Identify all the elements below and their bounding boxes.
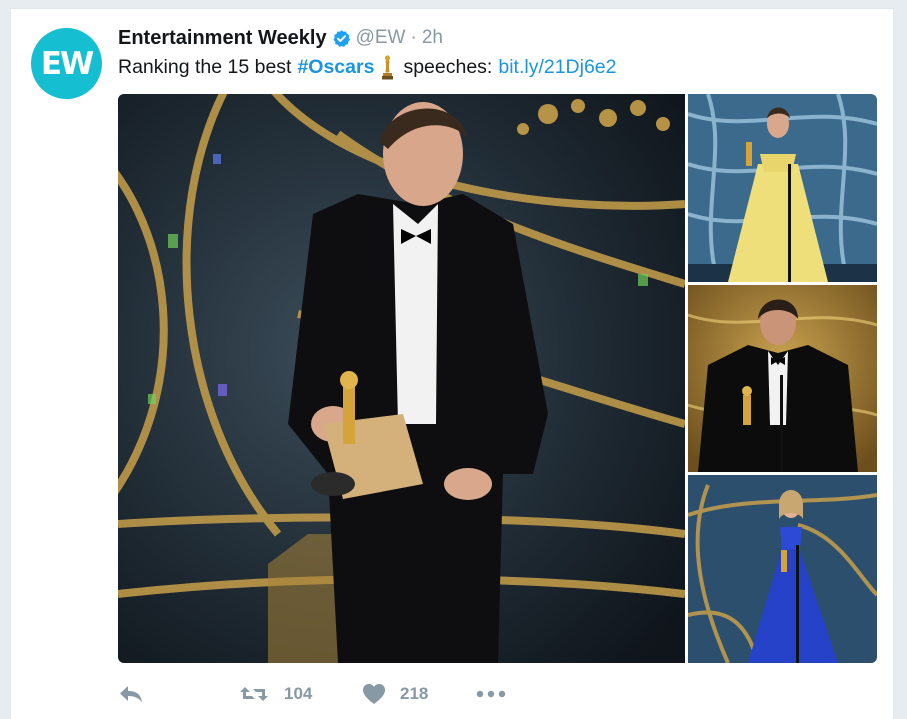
user-handle[interactable]: @EW xyxy=(356,27,406,49)
media-grid xyxy=(118,94,877,663)
verified-badge-icon xyxy=(333,29,350,47)
hashtag-link[interactable]: #Oscars xyxy=(297,56,374,79)
tweet-url-link[interactable]: bit.ly/21Dj6e2 xyxy=(498,56,616,79)
retweet-button[interactable]: 104 xyxy=(238,684,362,704)
tweet-header: Entertainment Weekly @EW · 2h xyxy=(118,26,443,50)
reply-button[interactable] xyxy=(118,684,238,704)
retweet-icon xyxy=(240,687,268,701)
avatar[interactable]: EW xyxy=(31,28,102,99)
tweet-text-prefix: Ranking the 15 best xyxy=(118,55,292,78)
photo-middle-right[interactable] xyxy=(688,285,877,472)
display-name[interactable]: Entertainment Weekly xyxy=(118,27,327,50)
timestamp[interactable]: 2h xyxy=(422,27,443,49)
photo-bottom-right[interactable] xyxy=(688,475,877,663)
photo-top-right[interactable] xyxy=(688,94,877,282)
photo-main[interactable] xyxy=(118,94,685,663)
tweet-card[interactable]: EW Entertainment Weekly @EW · 2h Ranking… xyxy=(10,8,894,719)
tweet-text-suffix: speeches: xyxy=(403,55,493,78)
header-separator: · xyxy=(410,27,417,48)
more-dots-icon xyxy=(476,690,506,698)
retweet-count: 104 xyxy=(284,684,313,703)
like-button[interactable]: 218 xyxy=(362,683,476,705)
more-button[interactable] xyxy=(476,689,506,699)
tweet-text: Ranking the 15 best #Oscars speeches: bi… xyxy=(118,54,617,80)
like-count: 218 xyxy=(400,684,429,703)
reply-icon xyxy=(120,686,142,702)
heart-icon xyxy=(363,684,385,704)
tweet-actions: 104 218 xyxy=(118,679,506,709)
oscar-trophy-icon xyxy=(382,55,394,80)
